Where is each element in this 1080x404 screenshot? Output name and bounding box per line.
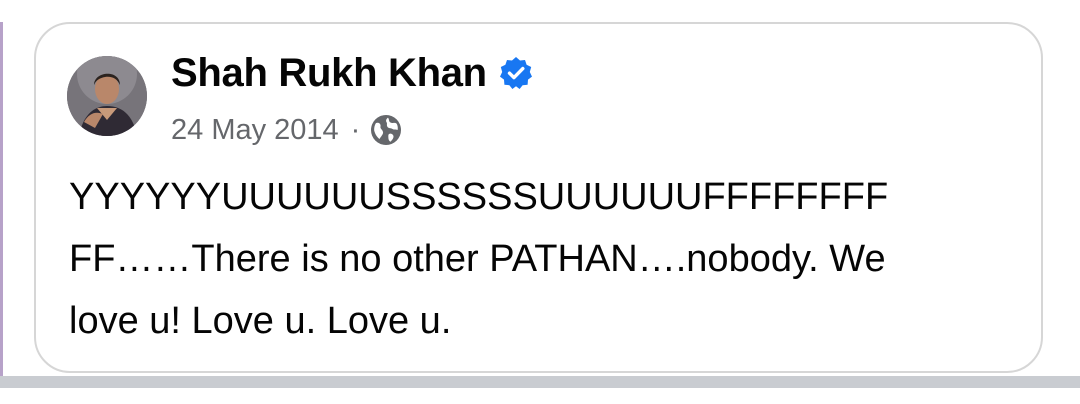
post-text-line: FF……There is no other PATHAN….nobody. We <box>69 238 886 280</box>
author-avatar[interactable] <box>67 56 147 136</box>
bottom-area <box>0 388 1080 404</box>
verified-badge-icon <box>499 57 532 89</box>
post-meta: 24 May 2014 · <box>171 112 402 148</box>
avatar-photo <box>67 56 147 136</box>
post-text-line: YYYYYYUUUUUUSSSSSSUUUUUUFFFFFFFF <box>69 176 889 218</box>
post-text: YYYYYYUUUUUUSSSSSSUUUUUUFFFFFFFF FF……The… <box>69 166 1019 352</box>
author-name[interactable]: Shah Rukh Khan <box>171 51 487 96</box>
meta-separator: · <box>350 113 361 146</box>
post-date[interactable]: 24 May 2014 <box>171 114 339 147</box>
author-row: Shah Rukh Khan <box>171 50 534 96</box>
post-text-line: love u! Love u. Love u. <box>69 300 452 342</box>
globe-icon[interactable] <box>370 114 402 146</box>
top-strip <box>0 0 1080 22</box>
bottom-divider <box>0 376 1080 388</box>
screen-left-edge <box>0 0 3 404</box>
